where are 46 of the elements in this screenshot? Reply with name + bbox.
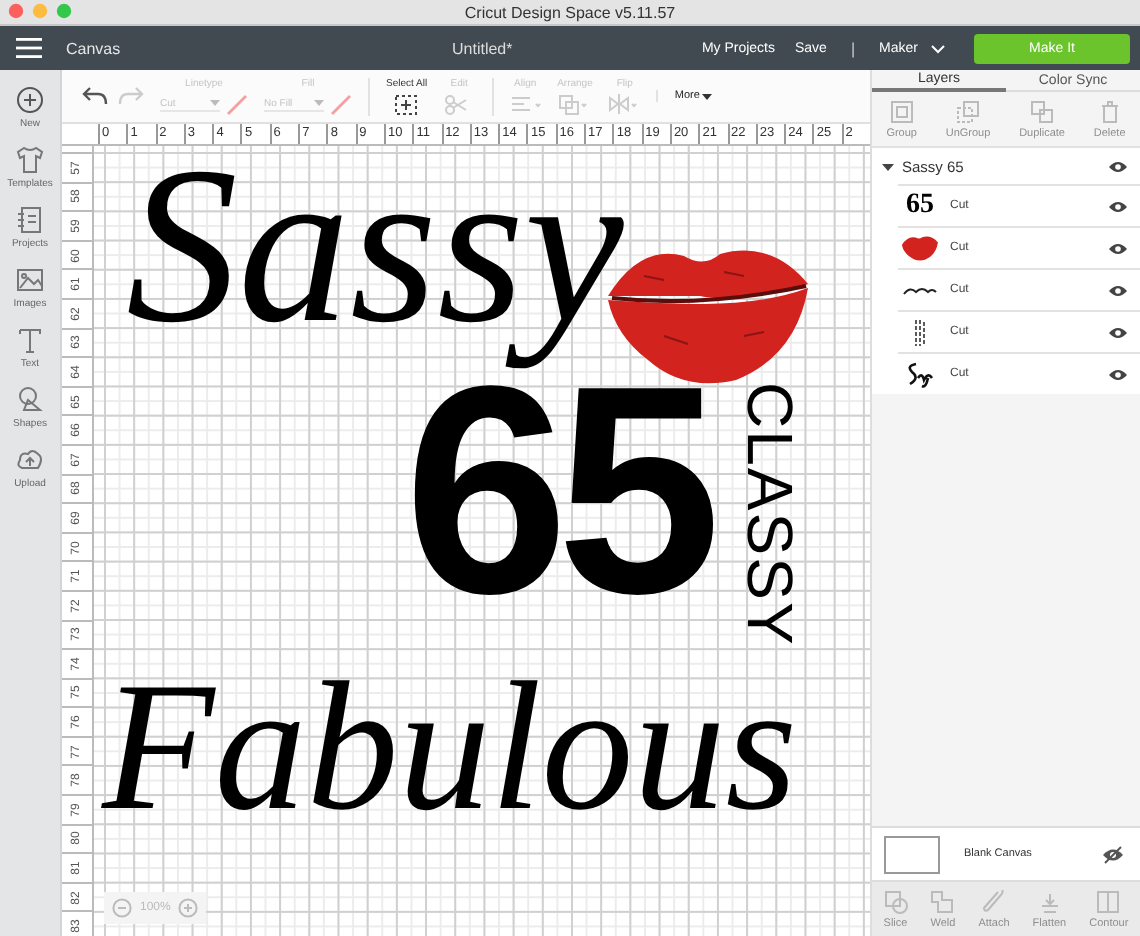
eye-icon[interactable]	[1108, 325, 1128, 339]
notebook-icon	[16, 206, 44, 234]
section-title: Canvas	[66, 39, 121, 57]
monogram-thumbnail-icon	[904, 360, 936, 388]
undo-icon[interactable]	[82, 86, 108, 106]
separator: |	[850, 39, 856, 57]
plus-icon	[16, 86, 44, 114]
ungroup-icon	[956, 100, 981, 124]
eye-icon[interactable]	[1108, 283, 1128, 297]
vertical-word[interactable]: CLASSY	[738, 382, 802, 647]
layer-thumbnail: 65	[906, 190, 934, 222]
script-word[interactable]: Fabulous	[94, 642, 818, 854]
flatten-icon	[1037, 890, 1062, 914]
weld-icon	[930, 890, 955, 914]
caret-icon	[701, 93, 712, 99]
eye-icon[interactable]	[1108, 199, 1128, 213]
slice-icon	[883, 890, 908, 914]
expand-arrow-icon[interactable]	[882, 161, 894, 171]
shapes-icon	[16, 386, 44, 414]
text-icon	[16, 326, 44, 354]
menu-icon[interactable]	[16, 38, 42, 58]
image-icon	[16, 266, 44, 294]
window-title: Cricut Design Space v5.11.57	[464, 3, 676, 21]
duplicate-icon	[1030, 100, 1055, 124]
trash-icon	[1097, 100, 1122, 124]
group-icon	[889, 100, 914, 124]
eye-icon[interactable]	[1108, 159, 1128, 173]
script-lettering-thumbnail-icon	[902, 284, 938, 296]
document-title: Untitled*	[452, 39, 513, 57]
color-swatch-icon[interactable]	[226, 93, 248, 115]
script-word[interactable]: Sassy	[118, 146, 648, 376]
color-swatch-icon[interactable]	[330, 93, 352, 115]
hidden-eye-icon[interactable]	[1102, 845, 1124, 863]
eye-icon[interactable]	[1108, 241, 1128, 255]
lips-thumbnail-icon	[900, 234, 940, 262]
paperclip-icon	[981, 890, 1006, 914]
caret-icon	[210, 100, 220, 106]
upload-icon	[15, 446, 44, 474]
shirt-icon	[15, 146, 44, 174]
chevron-icon	[930, 43, 946, 53]
contour-icon	[1096, 890, 1121, 914]
vertical-lettering-thumbnail-icon	[914, 317, 926, 347]
canvas-swatch[interactable]	[884, 835, 940, 873]
select-all-icon[interactable]	[390, 93, 423, 115]
eye-icon[interactable]	[1108, 367, 1128, 381]
caret-icon	[314, 100, 324, 106]
